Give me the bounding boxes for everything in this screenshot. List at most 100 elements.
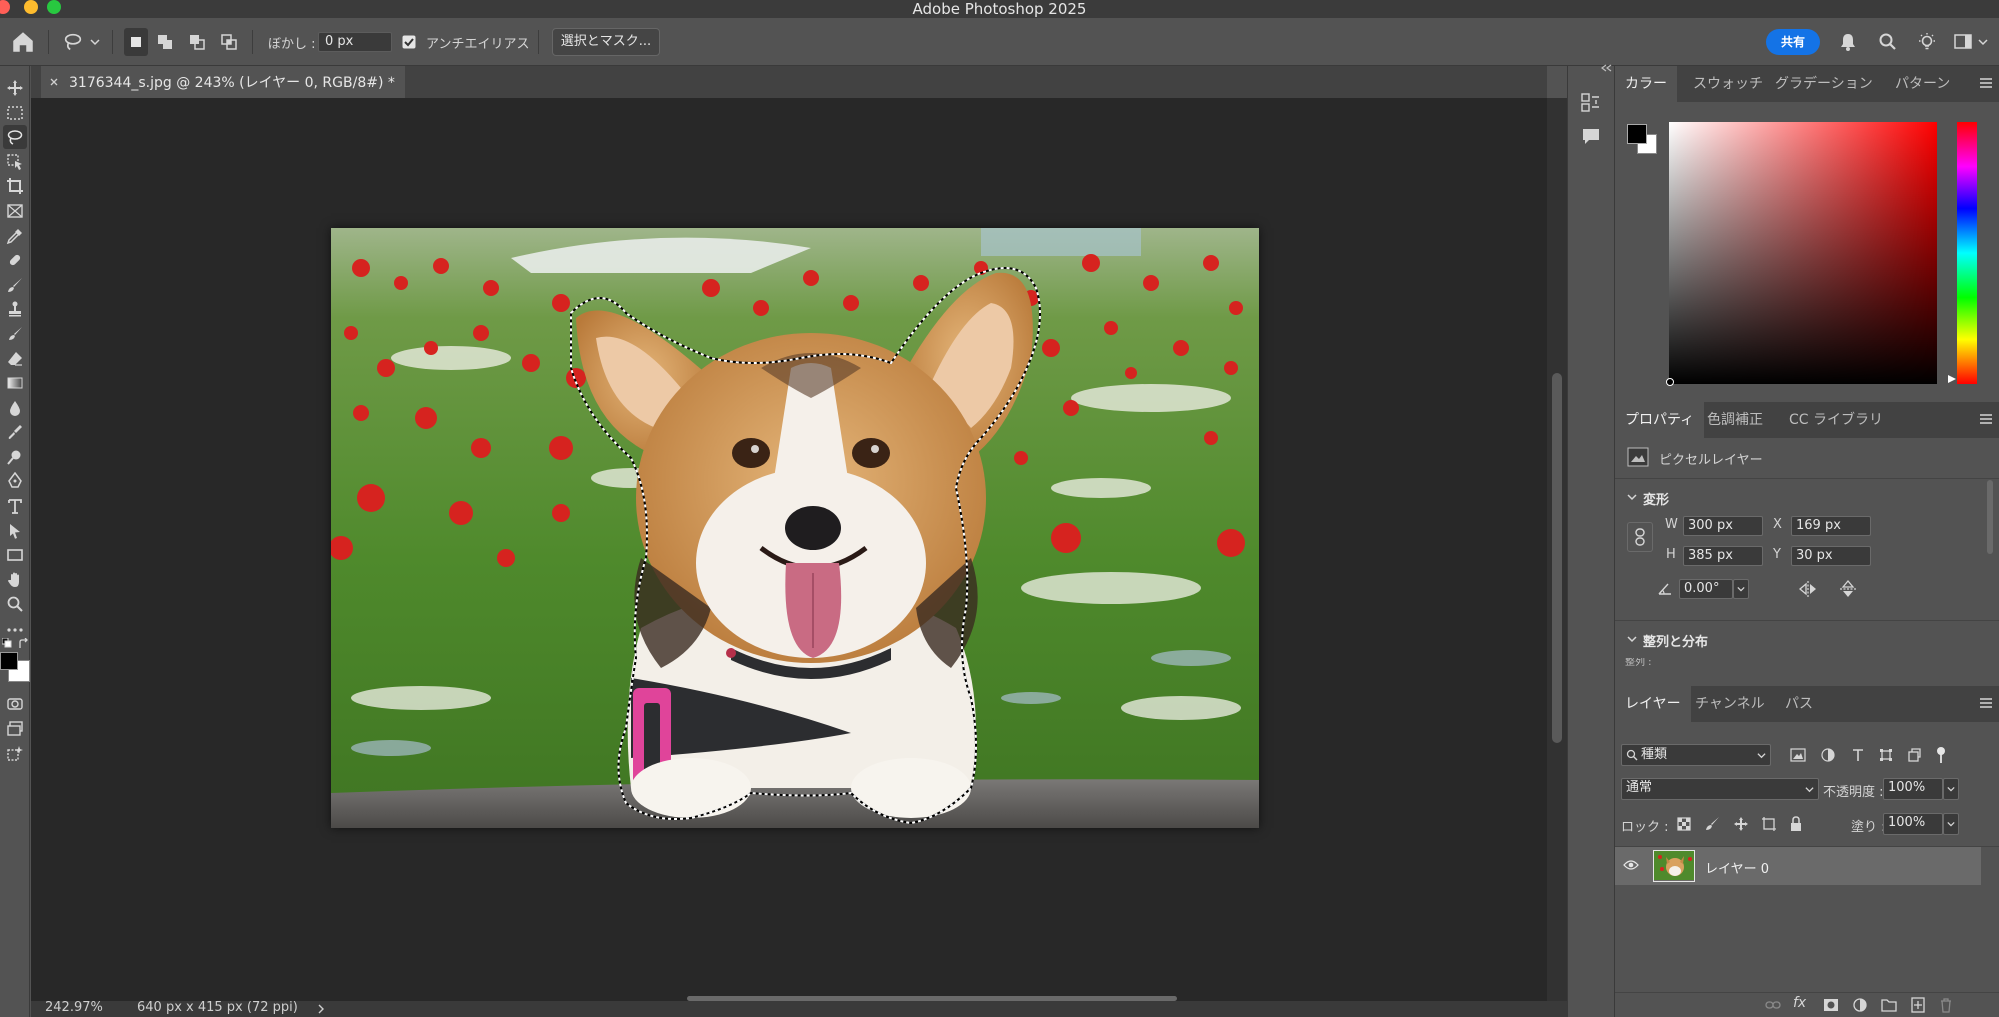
color-picker-field[interactable] xyxy=(1666,122,1937,386)
search-button[interactable] xyxy=(1878,18,1898,66)
move-tool[interactable] xyxy=(3,76,27,100)
filter-shape-icon[interactable] xyxy=(1879,748,1893,762)
antialias-checkbox[interactable] xyxy=(402,18,416,66)
x-input[interactable]: 169 px xyxy=(1791,516,1871,536)
collapse-panels-icon[interactable] xyxy=(1600,64,1612,72)
layer-row[interactable]: レイヤー 0 xyxy=(1615,847,1981,885)
color-picker-cursor[interactable] xyxy=(1666,378,1674,386)
filter-pixel-icon[interactable] xyxy=(1790,748,1806,762)
tab-properties[interactable]: プロパティ xyxy=(1615,402,1705,438)
notifications-button[interactable] xyxy=(1838,18,1858,66)
align-section-title[interactable]: 整列と分布 xyxy=(1643,631,1708,650)
brush-tool[interactable] xyxy=(3,273,27,297)
layer-filter-select[interactable]: 種類 xyxy=(1621,744,1771,766)
marquee-tool[interactable] xyxy=(3,101,27,125)
lock-artboard-icon[interactable] xyxy=(1761,816,1777,832)
frame-tool[interactable] xyxy=(3,199,27,223)
tab-patterns[interactable]: パターン xyxy=(1885,66,1960,102)
lasso-tool[interactable] xyxy=(3,125,27,149)
add-mask-icon[interactable] xyxy=(1823,998,1839,1012)
trash-icon[interactable] xyxy=(1939,997,1953,1013)
home-button[interactable] xyxy=(10,18,36,66)
healing-brush-tool[interactable] xyxy=(3,248,27,272)
document-tab[interactable]: 3176344_s.jpg @ 243% (レイヤー 0, RGB/8#) * xyxy=(41,66,405,98)
link-layers-icon[interactable] xyxy=(1765,1000,1781,1010)
adjustment-layer-icon[interactable] xyxy=(1853,998,1867,1012)
angle-dropdown[interactable] xyxy=(1733,579,1749,599)
fill-input[interactable]: 100% xyxy=(1883,813,1943,835)
select-and-mask-button[interactable]: 選択とマスク... xyxy=(552,28,660,56)
angle-input[interactable]: 0.00° xyxy=(1679,579,1733,599)
tab-swatches[interactable]: スウォッチ xyxy=(1683,66,1773,102)
filter-toggle-icon[interactable] xyxy=(1935,746,1947,764)
pen-tool[interactable] xyxy=(3,469,27,493)
add-to-selection-button[interactable] xyxy=(156,18,174,66)
object-select-tool[interactable] xyxy=(3,150,27,174)
lock-transparent-icon[interactable] xyxy=(1677,817,1691,831)
rectangle-tool[interactable] xyxy=(3,543,27,567)
smudge-tool[interactable] xyxy=(3,420,27,444)
opacity-dropdown[interactable] xyxy=(1943,778,1959,800)
hue-slider[interactable] xyxy=(1957,122,1977,384)
filter-smart-object-icon[interactable] xyxy=(1907,748,1921,762)
lasso-preset-picker[interactable] xyxy=(62,18,100,66)
type-tool[interactable] xyxy=(3,494,27,518)
panel-menu-icon[interactable] xyxy=(1979,696,1993,710)
zoom-level[interactable]: 242.97% xyxy=(45,1000,103,1015)
filter-type-icon[interactable] xyxy=(1851,748,1865,762)
subtract-from-selection-button[interactable] xyxy=(188,18,206,66)
tab-cc-libraries[interactable]: CC ライブラリ xyxy=(1779,402,1893,438)
lock-image-brush-icon[interactable] xyxy=(1705,816,1721,832)
hand-tool[interactable] xyxy=(3,568,27,592)
eyedropper-tool[interactable] xyxy=(3,224,27,248)
tab-layers[interactable]: レイヤー xyxy=(1615,686,1691,722)
eraser-tool[interactable] xyxy=(3,347,27,371)
panel-menu-icon[interactable] xyxy=(1979,76,1993,90)
tab-adjustments[interactable]: 色調補正 xyxy=(1697,402,1773,438)
comments-panel-button[interactable] xyxy=(1580,126,1602,148)
crop-tool[interactable] xyxy=(3,174,27,198)
lock-all-icon[interactable] xyxy=(1789,816,1803,832)
tab-color[interactable]: カラー xyxy=(1615,66,1677,102)
width-input[interactable]: 300 px xyxy=(1683,516,1763,536)
screen-mode-button[interactable] xyxy=(3,717,27,741)
lock-position-icon[interactable] xyxy=(1733,816,1749,832)
new-layer-icon[interactable] xyxy=(1911,997,1925,1013)
blur-tool[interactable] xyxy=(3,396,27,420)
y-input[interactable]: 30 px xyxy=(1791,546,1871,566)
layer-style-button[interactable]: fx xyxy=(1793,995,1806,1011)
chevron-down-icon[interactable] xyxy=(1627,492,1637,502)
gradient-tool[interactable] xyxy=(3,371,27,395)
new-selection-button[interactable] xyxy=(124,28,148,56)
panel-menu-icon[interactable] xyxy=(1979,412,1993,426)
workspace-switcher[interactable] xyxy=(1954,18,1988,66)
dodge-tool[interactable] xyxy=(3,445,27,469)
discover-button[interactable] xyxy=(1916,18,1938,66)
chevron-down-icon[interactable] xyxy=(1627,634,1637,644)
vertical-scrollbar[interactable] xyxy=(1552,373,1562,743)
default-colors-button[interactable] xyxy=(2,638,12,648)
path-select-tool[interactable] xyxy=(3,519,27,543)
fg-color-chip[interactable] xyxy=(1627,124,1647,144)
document-image[interactable] xyxy=(331,228,1259,828)
contextual-taskbar-button[interactable] xyxy=(3,742,27,766)
eye-icon[interactable] xyxy=(1623,859,1639,871)
share-button[interactable]: 共有 xyxy=(1766,29,1820,55)
chevron-right-icon[interactable] xyxy=(317,1004,325,1014)
opacity-input[interactable]: 100% xyxy=(1883,778,1943,800)
history-panel-button[interactable] xyxy=(1580,92,1602,114)
height-input[interactable]: 385 px xyxy=(1683,546,1763,566)
transform-section-title[interactable]: 変形 xyxy=(1643,489,1669,508)
intersect-selection-button[interactable] xyxy=(220,18,238,66)
swap-colors-button[interactable] xyxy=(18,638,30,650)
foreground-color-swatch[interactable] xyxy=(0,652,18,670)
fill-dropdown[interactable] xyxy=(1943,813,1959,835)
quick-mask-button[interactable] xyxy=(3,692,27,716)
tab-channels[interactable]: チャンネル xyxy=(1685,686,1775,722)
new-group-icon[interactable] xyxy=(1881,998,1897,1012)
tab-gradients[interactable]: グラデーション xyxy=(1765,66,1883,102)
blend-mode-select[interactable]: 通常 xyxy=(1621,778,1819,800)
tab-paths[interactable]: パス xyxy=(1775,686,1823,722)
canvas-area[interactable] xyxy=(31,98,1547,1001)
link-dimensions-button[interactable] xyxy=(1627,522,1653,552)
